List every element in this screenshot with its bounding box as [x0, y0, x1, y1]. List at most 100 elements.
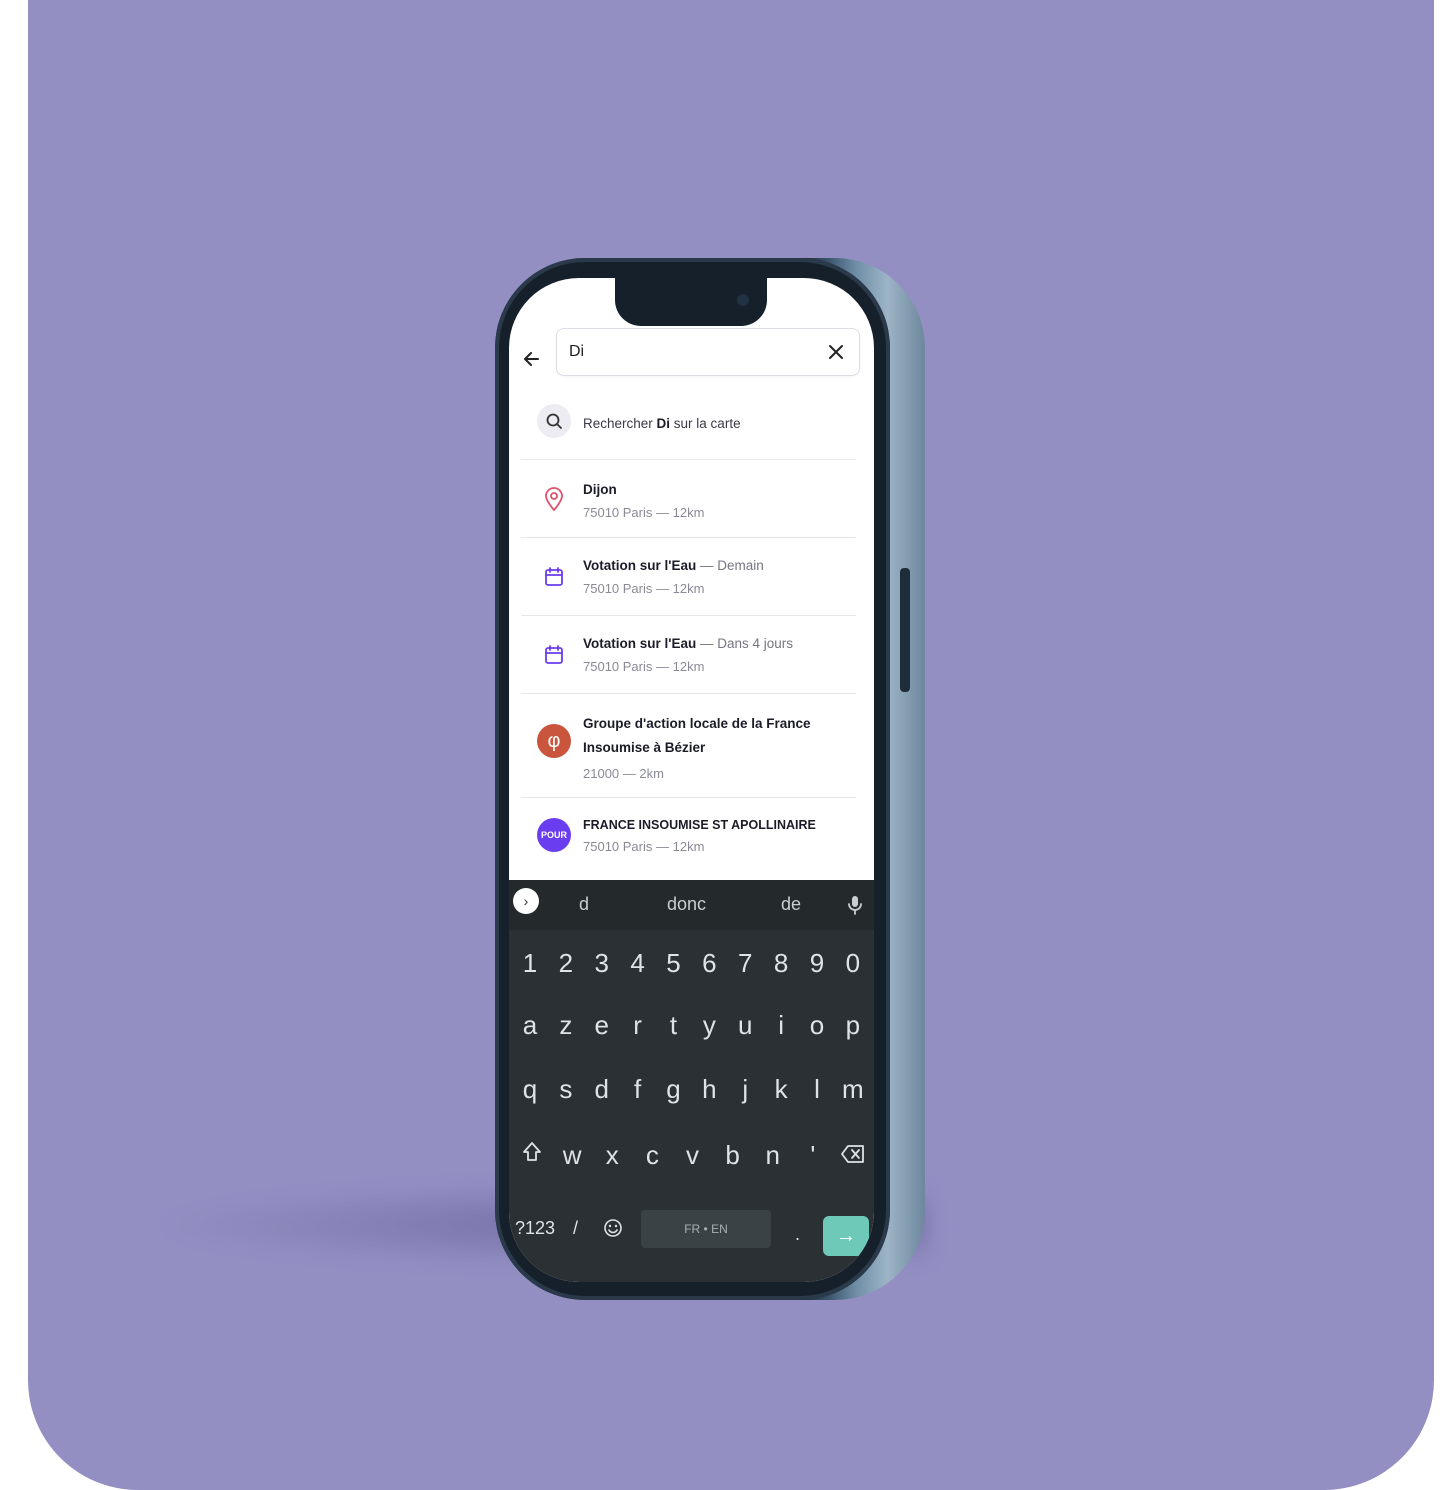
key-c[interactable]: c: [637, 1140, 667, 1171]
suggestion-3[interactable]: de: [781, 894, 801, 915]
key-w[interactable]: w: [557, 1140, 587, 1171]
search-icon: [537, 404, 571, 438]
result-item-event[interactable]: Votation sur l'Eau — Dans 4 jours 75010 …: [521, 616, 856, 694]
emoji-icon: [604, 1219, 622, 1237]
key-f[interactable]: f: [623, 1074, 653, 1105]
result-subtitle: 75010 Paris — 12km: [583, 839, 705, 854]
pour-logo-icon: POUR: [537, 818, 571, 852]
result-title: FRANCE INSOUMISE ST APOLLINAIRE: [583, 818, 816, 832]
result-subtitle: 75010 Paris — 12km: [583, 505, 705, 520]
result-item-group[interactable]: POUR FRANCE INSOUMISE ST APOLLINAIRE 750…: [521, 798, 856, 876]
notch: [615, 278, 767, 326]
key-e[interactable]: e: [587, 1010, 617, 1041]
key-p[interactable]: p: [838, 1010, 868, 1041]
search-on-map-label: Rechercher Di sur la carte: [583, 390, 741, 433]
result-title: Votation sur l'Eau: [583, 636, 697, 651]
shift-icon: [523, 1142, 541, 1161]
key-s[interactable]: s: [551, 1074, 581, 1105]
result-text: Votation sur l'Eau — Demain 75010 Paris …: [583, 538, 764, 599]
key-h[interactable]: h: [694, 1074, 724, 1105]
search-on-map-prefix: Rechercher: [583, 416, 657, 431]
result-text: Groupe d'action locale de la France Inso…: [583, 694, 819, 784]
keyboard-bottom-row: ?123 / FR • EN . →: [509, 1210, 874, 1256]
search-on-map-query: Di: [656, 416, 671, 431]
slash-key[interactable]: /: [573, 1218, 578, 1239]
letter-row-1: a z e r t y u i o p: [509, 1010, 874, 1041]
back-button[interactable]: [519, 346, 545, 372]
result-item-event[interactable]: Votation sur l'Eau — Demain 75010 Paris …: [521, 538, 856, 616]
key-7[interactable]: 7: [730, 948, 760, 979]
calendar-icon: [537, 638, 571, 672]
key-5[interactable]: 5: [659, 948, 689, 979]
result-text: FRANCE INSOUMISE ST APOLLINAIRE 75010 Pa…: [583, 798, 816, 857]
key-apostrophe[interactable]: ': [798, 1140, 828, 1171]
key-j[interactable]: j: [730, 1074, 760, 1105]
phone-screen: Di Rechercher Di sur la carte Dijon 7501…: [509, 278, 874, 1282]
camera: [737, 294, 749, 306]
enter-key[interactable]: →: [823, 1216, 869, 1256]
search-on-map-suffix: sur la carte: [670, 416, 741, 431]
group-logo: φ: [537, 724, 571, 758]
period-key[interactable]: .: [795, 1224, 800, 1245]
result-title: Votation sur l'Eau: [583, 558, 697, 573]
result-title: Dijon: [583, 482, 617, 497]
key-l[interactable]: l: [802, 1074, 832, 1105]
key-y[interactable]: y: [694, 1010, 724, 1041]
key-q[interactable]: q: [515, 1074, 545, 1105]
clear-search-button[interactable]: [825, 341, 847, 363]
key-u[interactable]: u: [730, 1010, 760, 1041]
chevron-right-icon[interactable]: ›: [513, 888, 539, 914]
result-item-place[interactable]: Dijon 75010 Paris — 12km: [521, 460, 856, 538]
search-input[interactable]: Di: [556, 328, 860, 376]
key-i[interactable]: i: [766, 1010, 796, 1041]
shift-key[interactable]: [517, 1140, 547, 1171]
backspace-key[interactable]: [838, 1140, 868, 1171]
mic-icon[interactable]: [847, 894, 863, 921]
suggestion-2[interactable]: donc: [667, 894, 706, 915]
emoji-key[interactable]: [603, 1218, 623, 1243]
key-d[interactable]: d: [587, 1074, 617, 1105]
key-2[interactable]: 2: [551, 948, 581, 979]
key-a[interactable]: a: [515, 1010, 545, 1041]
group-logo: POUR: [537, 818, 571, 852]
key-3[interactable]: 3: [587, 948, 617, 979]
result-text: Votation sur l'Eau — Dans 4 jours 75010 …: [583, 616, 793, 677]
result-item-group[interactable]: φ Groupe d'action locale de la France In…: [521, 694, 856, 798]
arrow-left-icon: [524, 352, 539, 366]
key-g[interactable]: g: [659, 1074, 689, 1105]
result-when: — Dans 4 jours: [696, 636, 794, 651]
search-icon-wrap: [537, 404, 571, 438]
space-bar[interactable]: FR • EN: [641, 1210, 771, 1248]
number-row: 1 2 3 4 5 6 7 8 9 0: [509, 948, 874, 979]
key-n[interactable]: n: [758, 1140, 788, 1171]
map-pin-icon: [537, 482, 571, 516]
key-k[interactable]: k: [766, 1074, 796, 1105]
key-o[interactable]: o: [802, 1010, 832, 1041]
keyboard: › d donc de 1 2 3 4 5 6 7 8 9 0 a z e r …: [509, 880, 874, 1282]
symbols-key[interactable]: ?123: [515, 1218, 555, 1239]
result-title-line: Votation sur l'Eau — Dans 4 jours: [583, 634, 793, 653]
results-list: Rechercher Di sur la carte Dijon 75010 P…: [509, 390, 874, 876]
phi-logo-icon: φ: [537, 724, 571, 758]
key-b[interactable]: b: [718, 1140, 748, 1171]
key-6[interactable]: 6: [694, 948, 724, 979]
key-0[interactable]: 0: [838, 948, 868, 979]
suggestion-bar: › d donc de: [509, 880, 874, 930]
result-title: Groupe d'action locale de la France Inso…: [583, 716, 811, 755]
calendar-icon: [537, 560, 571, 594]
key-m[interactable]: m: [838, 1074, 868, 1105]
result-subtitle: 75010 Paris — 12km: [583, 659, 705, 674]
key-t[interactable]: t: [659, 1010, 689, 1041]
key-8[interactable]: 8: [766, 948, 796, 979]
result-text: Dijon 75010 Paris — 12km: [583, 460, 704, 523]
key-4[interactable]: 4: [623, 948, 653, 979]
key-x[interactable]: x: [597, 1140, 627, 1171]
key-r[interactable]: r: [623, 1010, 653, 1041]
key-v[interactable]: v: [678, 1140, 708, 1171]
key-1[interactable]: 1: [515, 948, 545, 979]
key-9[interactable]: 9: [802, 948, 832, 979]
search-on-map-item[interactable]: Rechercher Di sur la carte: [521, 390, 856, 460]
suggestion-1[interactable]: d: [579, 894, 589, 915]
key-z[interactable]: z: [551, 1010, 581, 1041]
letter-row-2: q s d f g h j k l m: [509, 1074, 874, 1105]
